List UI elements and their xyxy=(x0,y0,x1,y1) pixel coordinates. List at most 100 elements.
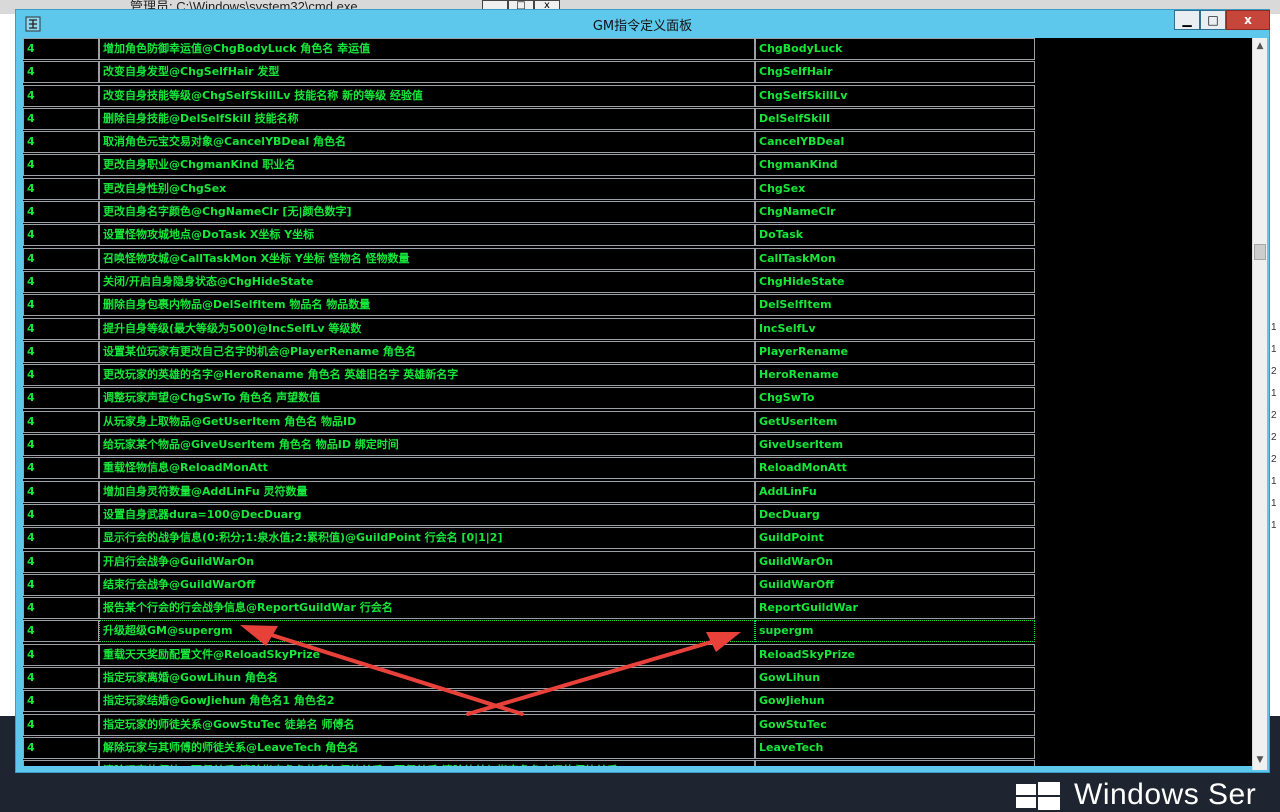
row-command-cell[interactable]: ChgSex xyxy=(755,177,1035,200)
minimize-button[interactable]: ▁ xyxy=(1174,10,1200,30)
row-command-cell[interactable]: GowLihun xyxy=(755,667,1035,690)
row-command-cell[interactable]: DelSelfItem xyxy=(755,294,1035,317)
row-command-cell[interactable]: ReloadSkyPrize xyxy=(755,643,1035,666)
row-level-cell[interactable]: 4 xyxy=(23,317,99,340)
row-command-cell[interactable]: GuildWarOn xyxy=(755,550,1035,573)
table-row[interactable]: 4 指定玩家结婚@GowJiehun 角色名1 角色名2 GowJiehun xyxy=(23,690,1035,713)
row-level-cell[interactable]: 4 xyxy=(23,550,99,573)
row-description-cell[interactable]: 删除自身包裹内物品@DelSelfItem 物品名 物品数量 xyxy=(99,294,755,317)
row-command-cell[interactable]: ChgHideState xyxy=(755,270,1035,293)
row-description-cell[interactable]: 提升自身等级(最大等级为500)@IncSelfLv 等级数 xyxy=(99,317,755,340)
row-level-cell[interactable]: 4 xyxy=(23,224,99,247)
row-description-cell[interactable]: 更改自身职业@ChgmanKind 职业名 xyxy=(99,154,755,177)
title-bar[interactable]: GM指令定义面板 ▁ □ x xyxy=(16,10,1270,38)
row-command-cell[interactable]: CancelYBDeal xyxy=(755,131,1035,154)
table-row[interactable]: 4 设置自身武器dura=100@DecDuarg DecDuarg xyxy=(23,503,1035,527)
row-description-cell[interactable]: 从玩家身上取物品@GetUserItem 角色名 物品ID xyxy=(99,410,755,433)
row-description-cell[interactable]: 更改玩家的英雄的名字@HeroRename 角色名 英雄旧名字 英雄新名字 xyxy=(99,364,755,387)
row-level-cell[interactable]: 4 xyxy=(23,690,99,713)
row-command-cell[interactable]: ChgSwTo xyxy=(755,387,1035,410)
row-level-cell[interactable]: 4 xyxy=(23,620,99,643)
row-command-cell[interactable]: HeroRename xyxy=(755,364,1035,387)
row-level-cell[interactable]: 4 xyxy=(23,247,99,270)
row-level-cell[interactable]: 4 xyxy=(23,480,99,503)
table-row[interactable]: 4 升级超级GM@supergm supergm xyxy=(23,620,1035,643)
row-description-cell[interactable]: 解除玩家与其师傅的师徒关系@LeaveTech 角色名 xyxy=(99,736,755,759)
row-description-cell[interactable]: 设置怪物攻城地点@DoTask X坐标 Y坐标 xyxy=(99,224,755,247)
row-command-cell[interactable]: AddLinFu xyxy=(755,480,1035,503)
row-level-cell[interactable]: 4 xyxy=(23,84,99,107)
row-level-cell[interactable]: 4 xyxy=(23,387,99,410)
row-level-cell[interactable]: 4 xyxy=(23,434,99,457)
table-row[interactable]: 4 取消角色元宝交易对象@CancelYBDeal 角色名 CancelYBDeal xyxy=(23,131,1035,154)
row-description-cell[interactable]: 改变自身技能等级@ChgSelfSkillLv 技能名称 新的等级 经验值 xyxy=(99,84,755,107)
row-level-cell[interactable]: 4 xyxy=(23,457,99,480)
row-command-cell[interactable]: ChgmanKind xyxy=(755,154,1035,177)
row-description-cell[interactable]: 报告某个行会的行会战争信息@ReportGuildWar 行会名 xyxy=(99,597,755,620)
row-level-cell[interactable]: 4 xyxy=(23,154,99,177)
table-row[interactable]: 4 增加角色防御幸运值@ChgBodyLuck 角色名 幸运值 ChgBodyLuc… xyxy=(23,38,1035,61)
row-level-cell[interactable]: 4 xyxy=(23,597,99,620)
row-level-cell[interactable]: 4 xyxy=(23,270,99,293)
row-description-cell[interactable]: 调整玩家声望@ChgSwTo 角色名 声望数值 xyxy=(99,387,755,410)
row-description-cell[interactable]: 清除玩家的师徒，配偶关系(清除指定角色的所有师徒关系，配偶关系 清除徒弟与指定角… xyxy=(99,760,755,766)
row-command-cell[interactable]: GetUserItem xyxy=(755,410,1035,433)
row-level-cell[interactable]: 4 xyxy=(23,736,99,759)
scroll-thumb[interactable] xyxy=(1254,244,1266,260)
table-row[interactable]: 4 给玩家某个物品@GiveUserItem 角色名 物品ID 绑定时间 GiveU… xyxy=(23,434,1035,457)
table-row[interactable]: 4 更改玩家的英雄的名字@HeroRename 角色名 英雄旧名字 英雄新名字 He… xyxy=(23,364,1035,387)
row-command-cell[interactable]: supergm xyxy=(755,620,1035,643)
row-level-cell[interactable]: 4 xyxy=(23,107,99,130)
row-level-cell[interactable]: 4 xyxy=(23,410,99,433)
row-command-cell[interactable]: ReloadMonAtt xyxy=(755,457,1035,480)
row-level-cell[interactable]: 4 xyxy=(23,713,99,736)
row-description-cell[interactable]: 升级超级GM@supergm xyxy=(99,620,755,643)
row-description-cell[interactable]: 设置某位玩家有更改自己名字的机会@PlayerRename 角色名 xyxy=(99,340,755,363)
row-description-cell[interactable]: 结束行会战争@GuildWarOff xyxy=(99,573,755,596)
row-description-cell[interactable]: 设置自身武器dura=100@DecDuarg xyxy=(99,503,755,526)
row-command-cell[interactable]: ReportGuildWar xyxy=(755,597,1035,620)
row-level-cell[interactable]: 4 xyxy=(23,340,99,363)
row-description-cell[interactable]: 改变自身发型@ChgSelfHair 发型 xyxy=(99,61,755,84)
table-row[interactable]: 4 更改自身性别@ChgSex ChgSex xyxy=(23,177,1035,201)
table-row[interactable]: 4 指定玩家离婚@GowLihun 角色名 GowLihun xyxy=(23,667,1035,690)
row-command-cell[interactable]: ChgBodyLuck xyxy=(755,38,1035,60)
row-command-cell[interactable]: GowJiehun xyxy=(755,690,1035,713)
table-row[interactable]: 4 设置某位玩家有更改自己名字的机会@PlayerRename 角色名 Player… xyxy=(23,340,1035,364)
row-command-cell[interactable]: ClearRelation xyxy=(755,760,1035,766)
close-button[interactable]: x xyxy=(1226,10,1270,30)
row-level-cell[interactable]: 4 xyxy=(23,61,99,84)
row-command-cell[interactable]: CallTaskMon xyxy=(755,247,1035,270)
table-row[interactable]: 4 开启行会战争@GuildWarOn GuildWarOn xyxy=(23,550,1035,574)
row-command-cell[interactable]: ChgSelfHair xyxy=(755,61,1035,84)
row-command-cell[interactable]: DecDuarg xyxy=(755,503,1035,526)
row-command-cell[interactable]: DelSelfSkill xyxy=(755,107,1035,130)
row-level-cell[interactable]: 4 xyxy=(23,643,99,666)
row-command-cell[interactable]: GiveUserItem xyxy=(755,434,1035,457)
row-command-cell[interactable]: ChgNameClr xyxy=(755,201,1035,224)
scroll-down-icon[interactable]: ▼ xyxy=(1253,752,1267,768)
row-description-cell[interactable]: 取消角色元宝交易对象@CancelYBDeal 角色名 xyxy=(99,131,755,154)
table-row[interactable]: 4 提升自身等级(最大等级为500)@IncSelfLv 等级数 IncSelfLv xyxy=(23,317,1035,341)
table-row[interactable]: 4 增加自身灵符数量@AddLinFu 灵符数量 AddLinFu xyxy=(23,480,1035,504)
table-row[interactable]: 4 改变自身技能等级@ChgSelfSkillLv 技能名称 新的等级 经验值 Ch… xyxy=(23,84,1035,108)
row-command-cell[interactable]: GuildPoint xyxy=(755,527,1035,550)
row-description-cell[interactable]: 给玩家某个物品@GiveUserItem 角色名 物品ID 绑定时间 xyxy=(99,434,755,457)
table-row[interactable]: 4 调整玩家声望@ChgSwTo 角色名 声望数值 ChgSwTo xyxy=(23,387,1035,410)
row-description-cell[interactable]: 指定玩家离婚@GowLihun 角色名 xyxy=(99,667,755,690)
row-description-cell[interactable]: 指定玩家的师徒关系@GowStuTec 徒弟名 师傅名 xyxy=(99,713,755,736)
row-description-cell[interactable]: 重载怪物信息@ReloadMonAtt xyxy=(99,457,755,480)
row-description-cell[interactable]: 重载天天奖励配置文件@ReloadSkyPrize xyxy=(99,643,755,666)
row-level-cell[interactable]: 4 xyxy=(23,667,99,690)
row-level-cell[interactable]: 4 xyxy=(23,364,99,387)
table-row[interactable]: 4 更改自身名字颜色@ChgNameClr [无|颜色数字] ChgNameClr xyxy=(23,201,1035,224)
row-description-cell[interactable]: 关闭/开启自身隐身状态@ChgHideState xyxy=(99,270,755,293)
row-description-cell[interactable]: 增加自身灵符数量@AddLinFu 灵符数量 xyxy=(99,480,755,503)
row-command-cell[interactable]: ChgSelfSkillLv xyxy=(755,84,1035,107)
row-description-cell[interactable]: 召唤怪物攻城@CallTaskMon X坐标 Y坐标 怪物名 怪物数量 xyxy=(99,247,755,270)
command-list[interactable]: 4 增加角色防御幸运值@ChgBodyLuck 角色名 幸运值 ChgBodyLuc… xyxy=(23,38,1255,766)
row-description-cell[interactable]: 更改自身名字颜色@ChgNameClr [无|颜色数字] xyxy=(99,201,755,224)
row-level-cell[interactable]: 4 xyxy=(23,131,99,154)
table-row[interactable]: 4 报告某个行会的行会战争信息@ReportGuildWar 行会名 ReportG… xyxy=(23,597,1035,620)
row-level-cell[interactable]: 4 xyxy=(23,294,99,317)
